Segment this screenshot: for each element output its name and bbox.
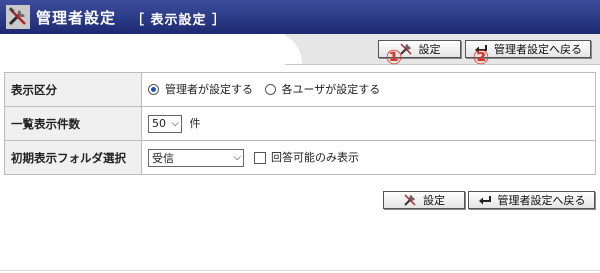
back-button-label: 管理者設定へ戻る xyxy=(497,194,586,207)
row-label: 一覧表示件数 xyxy=(4,106,142,141)
row-label: 初期表示フォルダ選択 xyxy=(4,140,142,175)
page-title: 管理者設定 xyxy=(36,9,117,27)
title-bar: 管理者設定 ［ 表示設定 ］ xyxy=(0,0,600,34)
list-count-select[interactable]: 50 ⌵ xyxy=(148,114,182,133)
checkbox-label: 回答可能のみ表示 xyxy=(271,150,359,164)
row-value: 50 ⌵ 件 xyxy=(141,106,596,141)
row-value: 受信 ⌵ 回答可能のみ表示 xyxy=(141,140,596,175)
divider xyxy=(0,270,600,271)
radio-button-unchecked[interactable] xyxy=(264,83,276,95)
save-button-label: 設定 xyxy=(423,194,445,207)
save-button-bottom[interactable]: 設定 xyxy=(383,191,465,209)
radio-label: 各ユーザが設定する xyxy=(281,83,381,97)
unit-label: 件 xyxy=(189,116,201,130)
chevron-down-icon: ⌵ xyxy=(171,118,179,129)
tools-icon xyxy=(6,5,30,29)
table-row-initial-folder: 初期表示フォルダ選択 受信 ⌵ 回答可能のみ表示 xyxy=(4,140,596,175)
tools-icon xyxy=(403,193,417,207)
table-row-display-mode: 表示区分 管理者が設定する 各ユーザが設定する xyxy=(4,72,596,107)
radio-admin-sets[interactable]: 管理者が設定する xyxy=(148,81,253,97)
tools-icon xyxy=(399,42,413,56)
save-button-label: 設定 xyxy=(418,43,441,56)
table-row-list-count: 一覧表示件数 50 ⌵ 件 xyxy=(4,106,596,141)
page-subtitle: ［ 表示設定 ］ xyxy=(131,13,227,28)
row-value: 管理者が設定する 各ユーザが設定する xyxy=(141,72,596,107)
save-button-top[interactable]: 設定 xyxy=(378,40,461,58)
return-arrow-icon xyxy=(474,42,488,56)
radio-user-sets[interactable]: 各ユーザが設定する xyxy=(264,81,381,97)
back-to-admin-button-bottom[interactable]: 管理者設定へ戻る xyxy=(468,191,595,209)
radio-button-checked[interactable] xyxy=(148,83,159,95)
chevron-down-icon: ⌵ xyxy=(233,152,241,163)
radio-label: 管理者が設定する xyxy=(165,83,253,97)
initial-folder-select[interactable]: 受信 ⌵ xyxy=(148,148,244,167)
settings-table: 表示区分 管理者が設定する 各ユーザが設定する 一覧表示件数 50 ⌵ 件 初期… xyxy=(4,72,596,175)
row-label: 表示区分 xyxy=(4,72,142,107)
back-to-admin-button-top[interactable]: 管理者設定へ戻る xyxy=(465,40,591,58)
return-arrow-icon xyxy=(478,193,492,207)
answerable-only-checkbox[interactable] xyxy=(253,151,266,164)
select-value: 50 xyxy=(152,117,166,130)
select-value: 受信 xyxy=(152,151,174,165)
back-button-label: 管理者設定へ戻る xyxy=(494,43,582,56)
